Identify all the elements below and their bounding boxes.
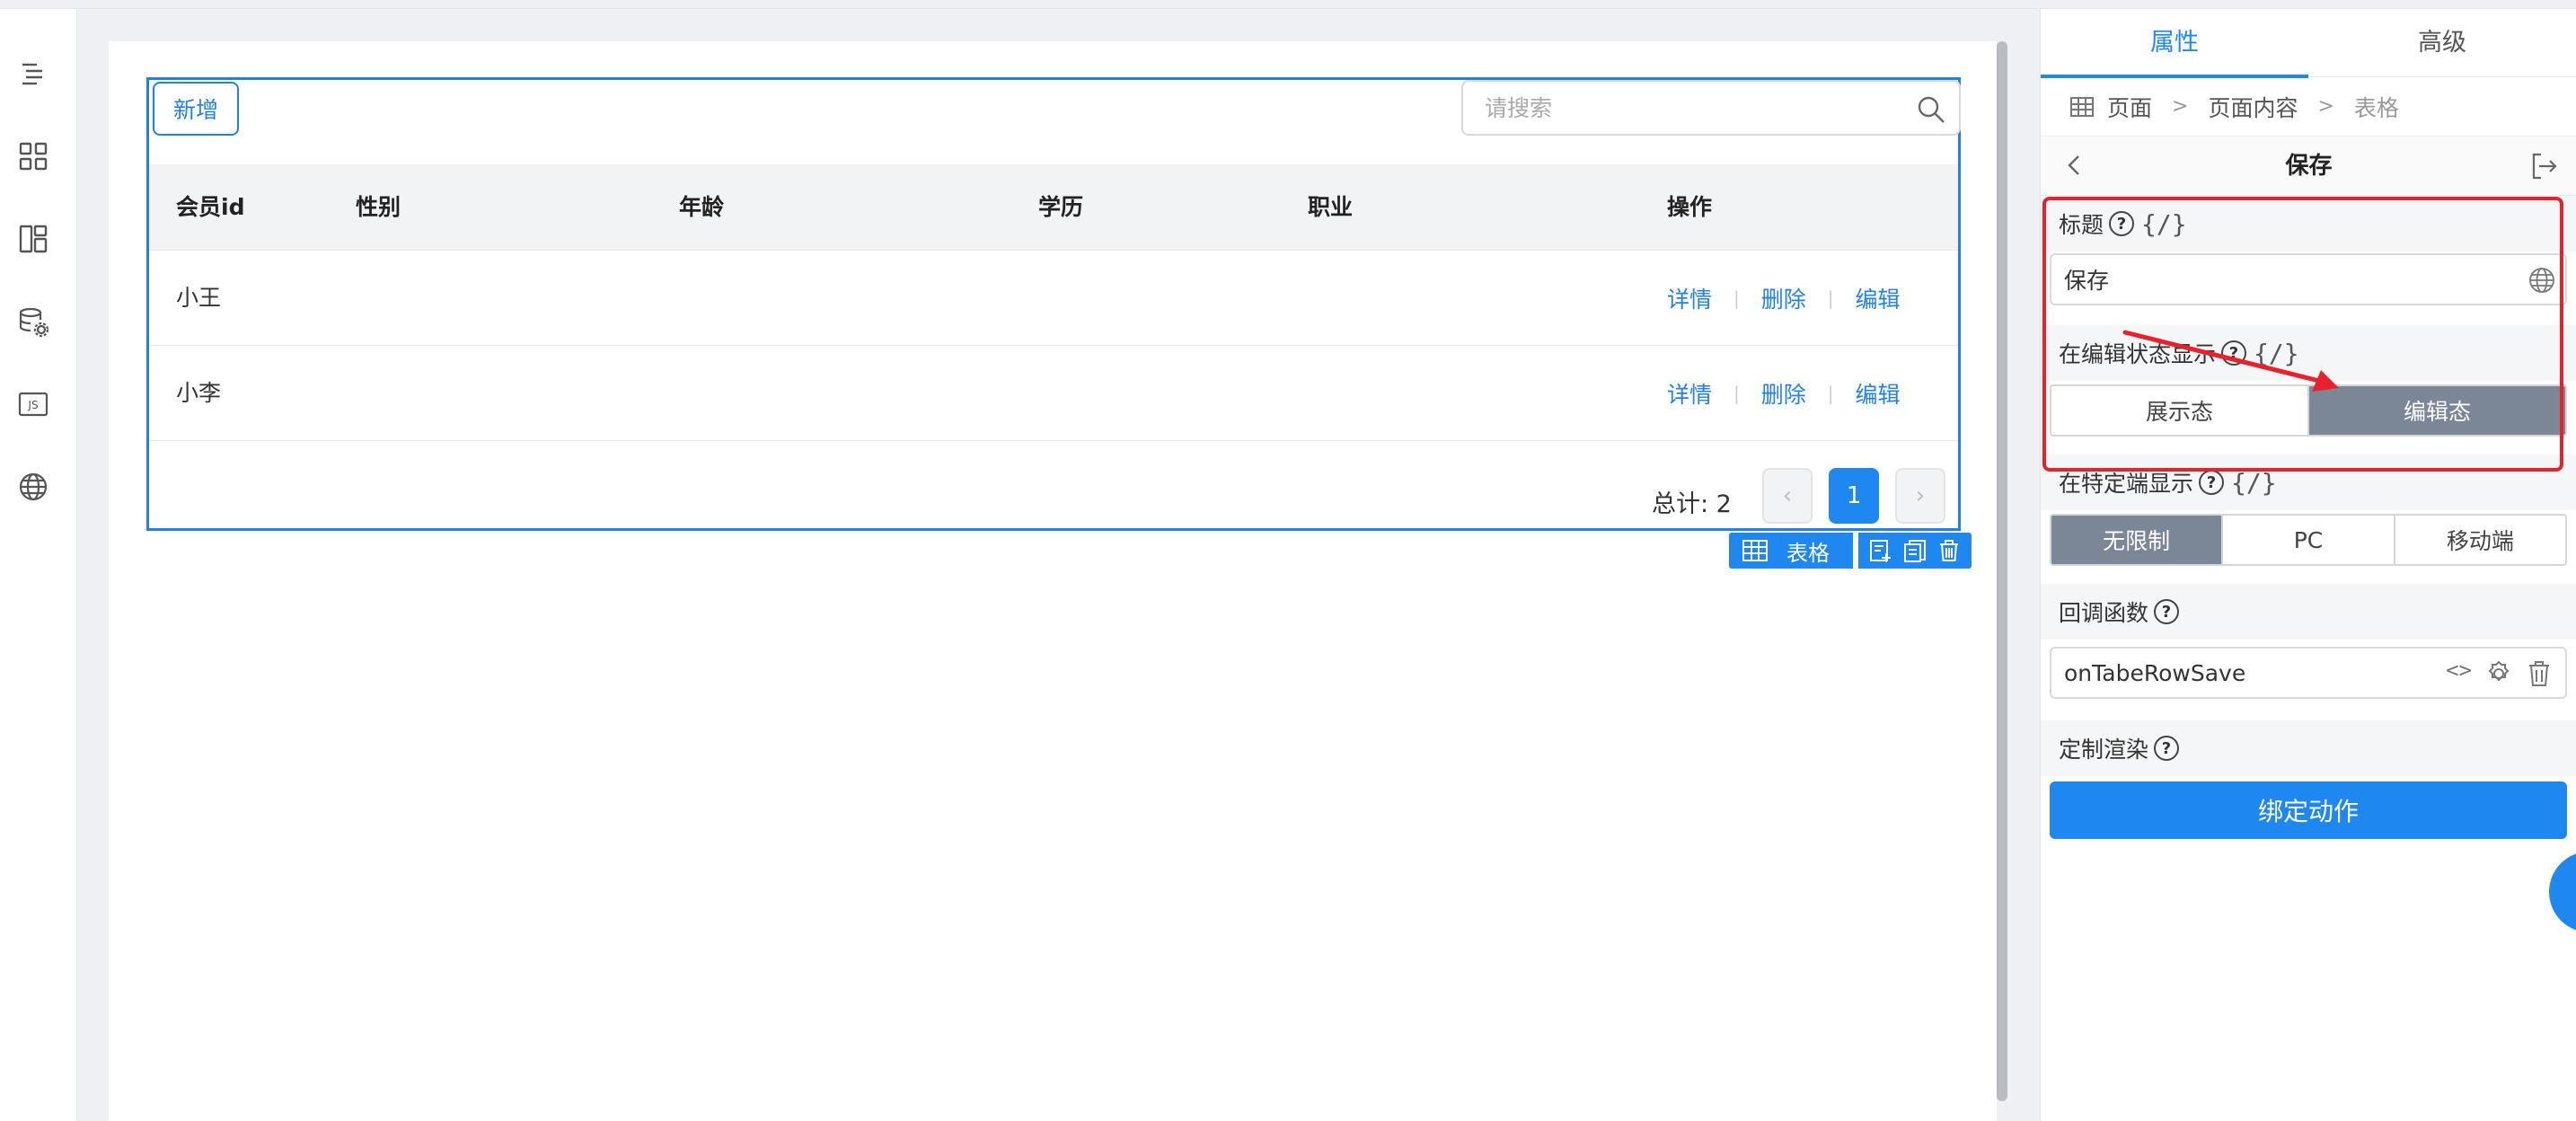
segment-edit-state[interactable]: 编辑态 [2309, 386, 2565, 435]
column-header: 年龄 [679, 194, 725, 220]
tab-properties[interactable]: 属性 [2041, 9, 2308, 78]
callback-section-label: 回调函数 ? [2041, 584, 2576, 640]
component-tag: 表格 [1729, 533, 1972, 569]
expression-toggle-icon[interactable]: {/} [2231, 468, 2277, 498]
help-icon[interactable]: ? [2199, 470, 2225, 495]
table-row: 小王 详情 | 删除 | 编辑 [149, 251, 1958, 346]
trash-icon[interactable] [1935, 536, 1963, 565]
row-actions: 详情 | 删除 | 编辑 [1667, 346, 1901, 441]
help-icon[interactable]: ? [2154, 736, 2180, 761]
segment-unlimited[interactable]: 无限制 [2051, 516, 2224, 564]
properties-panel: 属性 高级 页面 > 页面内容 > 表格 保存 标题 ? {/} 在编辑状态显示… [2040, 9, 2576, 1121]
edit-state-segmented: 展示态 编辑态 [2050, 384, 2567, 437]
top-strip [0, 0, 2576, 9]
segment-mobile[interactable]: 移动端 [2395, 516, 2565, 564]
globe-icon[interactable] [2527, 266, 2556, 295]
gear-icon[interactable] [2484, 659, 2513, 688]
expression-toggle-icon[interactable]: {/} [2254, 339, 2299, 368]
segment-display-state[interactable]: 展示态 [2051, 386, 2309, 435]
trash-icon[interactable] [2526, 659, 2553, 688]
layout-icon[interactable] [15, 221, 51, 257]
detail-link[interactable]: 详情 [1667, 282, 1712, 314]
segment-pc[interactable]: PC [2223, 516, 2395, 564]
breadcrumb-item: 表格 [2353, 94, 2399, 121]
table-component[interactable]: 新增 会员id 性别 年龄 学历 职业 操作 小王 详情 | 删除 | 编辑 小… [146, 77, 1961, 531]
table-icon [2070, 96, 2094, 117]
svg-text:JS: JS [27, 399, 38, 411]
divider: | [1734, 383, 1740, 404]
delete-link[interactable]: 删除 [1761, 377, 1806, 410]
title-input[interactable] [2064, 266, 2459, 293]
edit-state-section-label: 在编辑状态显示 ? {/} [2041, 325, 2576, 381]
callback-value: onTabeRowSave [2064, 659, 2246, 686]
expression-toggle-icon[interactable]: {/} [2141, 209, 2187, 239]
help-icon[interactable]: ? [2154, 599, 2180, 624]
code-icon[interactable]: <> [2446, 658, 2472, 683]
outline-tree-icon[interactable] [15, 56, 51, 92]
add-child-icon[interactable] [1866, 536, 1895, 565]
column-header: 会员id [176, 194, 245, 220]
prev-page-button[interactable]: ‹ [1762, 468, 1813, 524]
title-input-field[interactable] [2050, 253, 2567, 305]
breadcrumb-item[interactable]: 页面 [2107, 91, 2152, 123]
globe-icon[interactable] [15, 469, 51, 505]
datasource-settings-icon[interactable] [15, 304, 51, 340]
custom-render-label: 定制渲染 [2059, 737, 2149, 763]
edit-link[interactable]: 编辑 [1856, 282, 1901, 314]
member-id-cell: 小王 [176, 285, 222, 311]
copy-icon[interactable] [1901, 536, 1929, 565]
search-icon[interactable] [1916, 94, 1946, 125]
component-tag-actions [1858, 533, 1972, 569]
bind-action-button[interactable]: 绑定动作 [2050, 781, 2567, 839]
terminal-segmented: 无限制 PC 移动端 [2050, 514, 2567, 566]
title-section-label: 标题 ? {/} [2041, 196, 2576, 252]
edit-state-label: 在编辑状态显示 [2059, 341, 2217, 367]
component-tag-text: 表格 [1786, 540, 1830, 566]
terminal-section-label: 在特定端显示 ? {/} [2041, 455, 2576, 510]
help-icon[interactable]: ? [2221, 340, 2247, 366]
breadcrumb-item[interactable]: 页面内容 [2208, 91, 2298, 123]
detail-link[interactable]: 详情 [1667, 377, 1712, 410]
callback-label: 回调函数 [2059, 600, 2149, 626]
table-icon [1742, 540, 1768, 561]
tab-advanced[interactable]: 高级 [2308, 9, 2576, 77]
components-grid-icon[interactable] [15, 138, 51, 174]
column-header: 学历 [1038, 194, 1084, 220]
table-header: 会员id 性别 年龄 学历 职业 操作 [149, 164, 1958, 251]
table-row: 小李 详情 | 删除 | 编辑 [149, 346, 1958, 441]
column-header: 性别 [356, 194, 401, 220]
search-box[interactable] [1461, 80, 1961, 136]
title-label: 标题 [2059, 212, 2104, 238]
next-page-button[interactable]: › [1895, 468, 1945, 524]
panel-titlebar: 保存 [2041, 137, 2576, 196]
breadcrumb: 页面 > 页面内容 > 表格 [2041, 77, 2576, 137]
exit-icon[interactable] [2527, 149, 2561, 183]
divider: | [1827, 287, 1834, 309]
callback-field[interactable]: onTabeRowSave <> [2050, 647, 2567, 699]
help-icon[interactable]: ? [2109, 211, 2135, 236]
custom-render-section-label: 定制渲染 ? [2041, 720, 2576, 776]
divider: | [1734, 287, 1740, 309]
divider: | [1827, 383, 1834, 404]
row-actions: 详情 | 删除 | 编辑 [1667, 251, 1901, 346]
chevron-right-icon: > [2317, 95, 2334, 118]
member-id-cell: 小李 [176, 380, 222, 406]
tool-sidebar: JS [0, 9, 77, 1121]
chevron-right-icon: > [2172, 95, 2189, 118]
delete-link[interactable]: 删除 [1761, 282, 1806, 314]
terminal-label: 在特定端显示 [2059, 471, 2194, 497]
column-header: 职业 [1308, 194, 1354, 220]
add-button[interactable]: 新增 [153, 82, 239, 136]
component-tag-label[interactable]: 表格 [1729, 533, 1853, 569]
total-count: 总计: 2 [1652, 490, 1732, 518]
page-1-button[interactable]: 1 [1829, 468, 1879, 524]
edit-link[interactable]: 编辑 [1856, 377, 1901, 410]
column-header: 操作 [1667, 194, 1713, 220]
panel-title: 保存 [2285, 153, 2333, 180]
js-code-icon[interactable]: JS [15, 386, 51, 422]
canvas-scrollbar[interactable] [1997, 41, 2007, 1101]
panel-tabs: 属性 高级 [2041, 9, 2576, 78]
search-input[interactable] [1485, 94, 1907, 121]
